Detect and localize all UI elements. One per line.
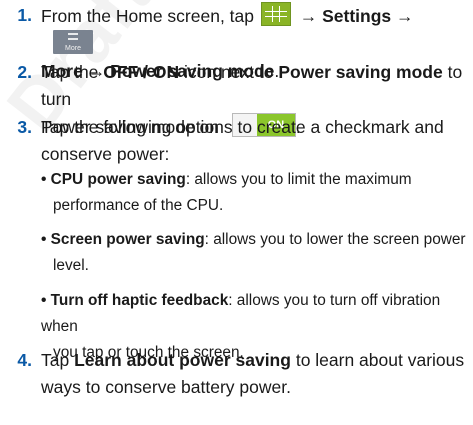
step-number: 1. bbox=[17, 5, 32, 25]
step-2: 2. Tap the OFF / ON icon next to Power s… bbox=[0, 59, 470, 137]
step-3: 3. Tap the following options to create a… bbox=[0, 114, 470, 170]
step-1: 1. From the Home screen, tap → Settings … bbox=[0, 2, 470, 81]
step-number: 4. bbox=[17, 350, 32, 370]
option-item: • Screen power saving: allows you to low… bbox=[41, 231, 466, 274]
step-4: 4. Tap Learn about power saving to learn… bbox=[0, 347, 470, 403]
step-text: Tap the following options to create a ch… bbox=[41, 117, 444, 164]
step-text: Tap Learn about power saving to learn ab… bbox=[41, 350, 465, 397]
more-glyph bbox=[68, 33, 78, 40]
more-icon: More bbox=[53, 30, 93, 54]
document-page: Draft For Internal Use Only 1. From the … bbox=[0, 0, 473, 425]
step-number: 2. bbox=[17, 62, 32, 82]
option-item: • CPU power saving: allows you to limit … bbox=[41, 171, 412, 214]
apps-grid-icon bbox=[260, 2, 291, 26]
step-number: 3. bbox=[17, 117, 32, 137]
